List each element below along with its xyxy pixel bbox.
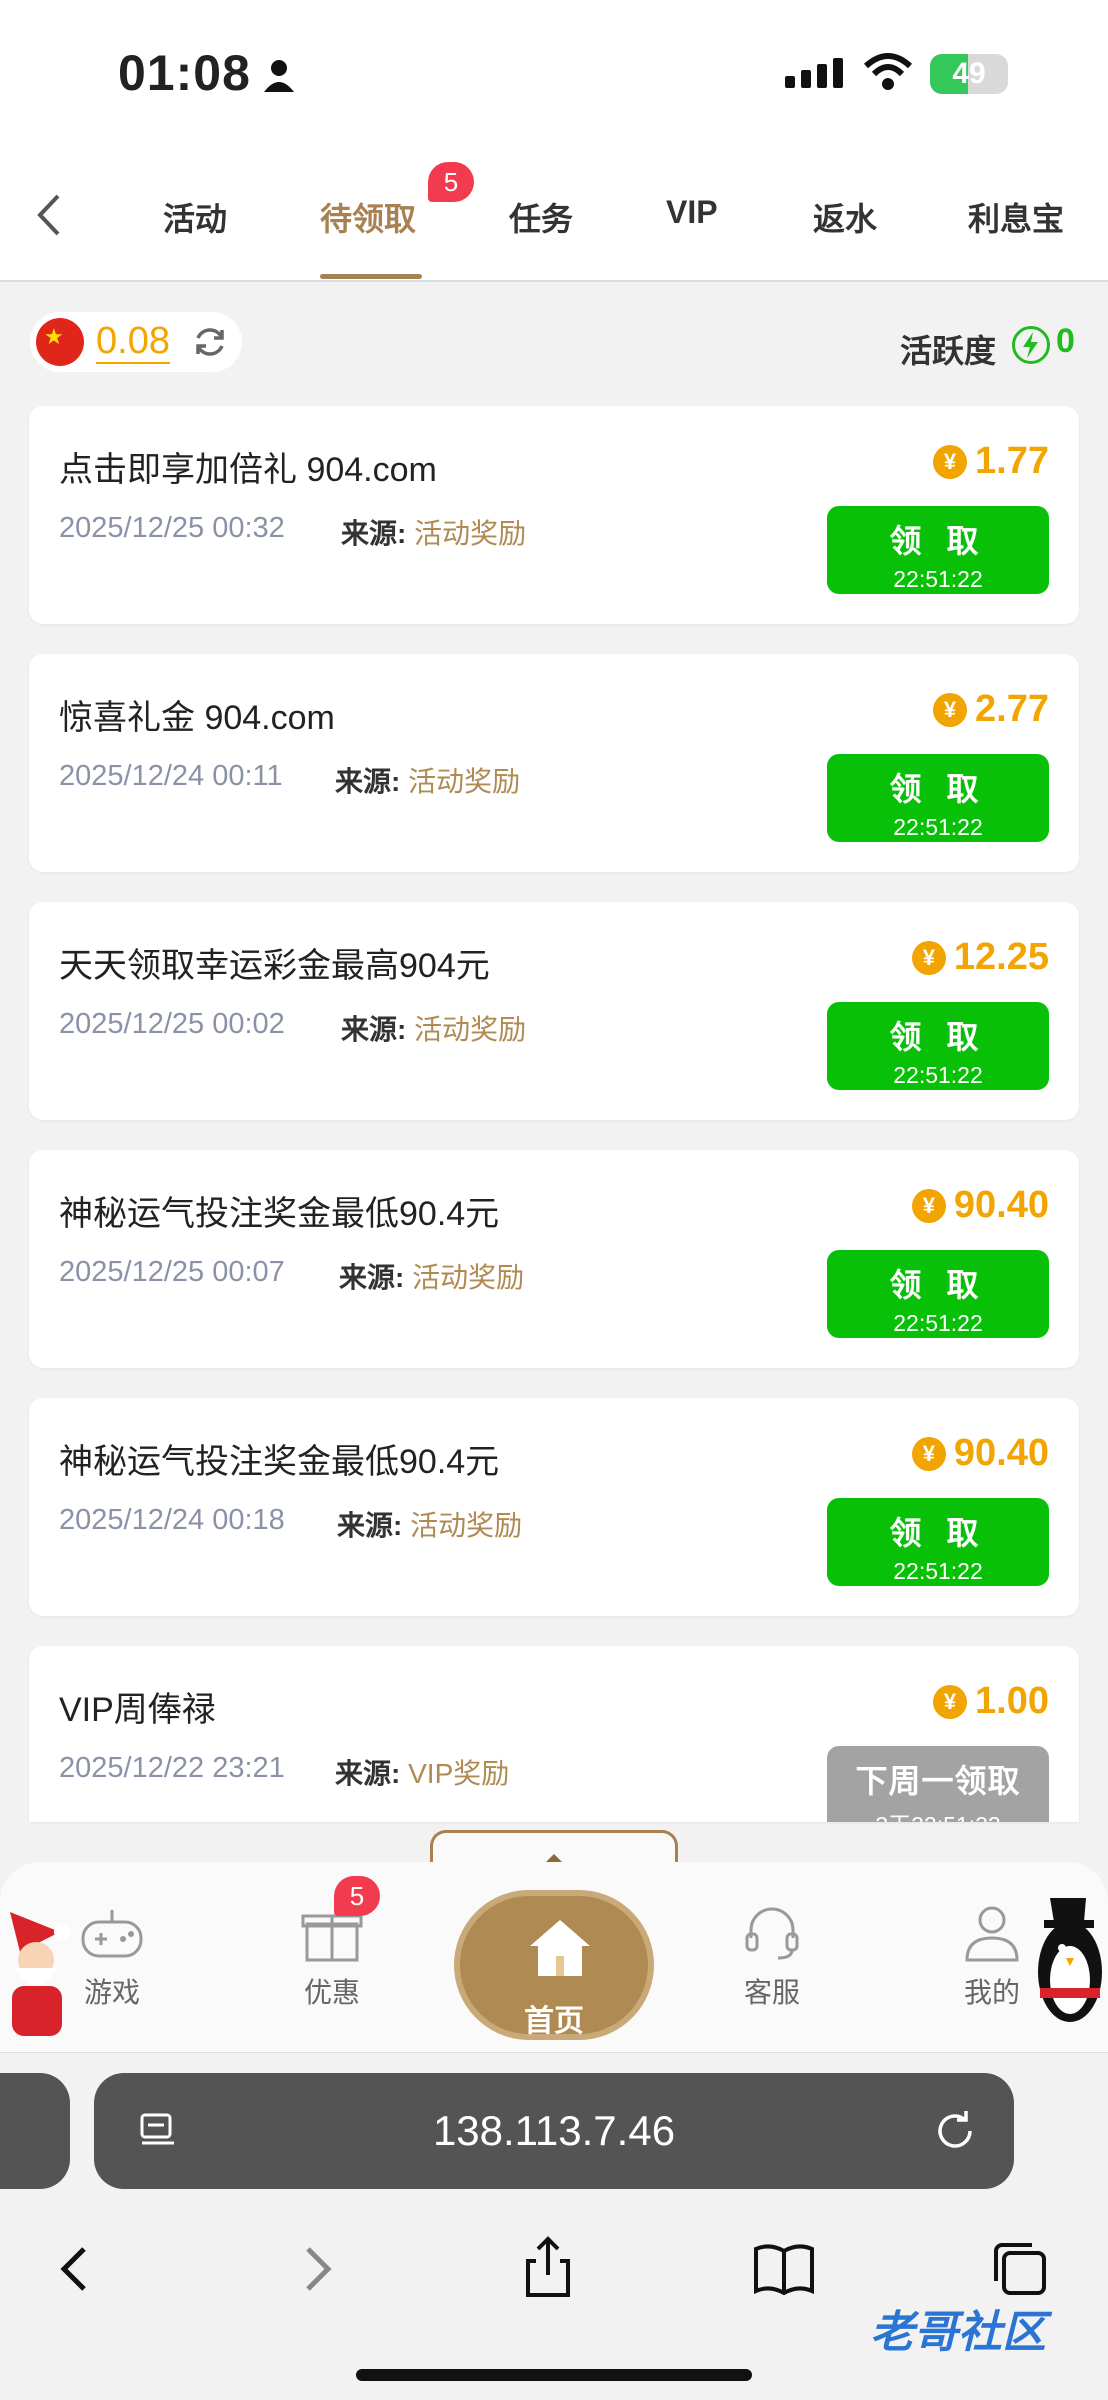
claim-button[interactable]: 领 取 22:51:22 (827, 1250, 1049, 1338)
reward-title: 惊喜礼金 904.com (59, 699, 335, 737)
claim-next-monday-button[interactable]: 下周一领取3天22:51:23 (827, 1746, 1049, 1822)
yen-coin-icon: ¥ (911, 1436, 946, 1471)
reload-icon[interactable] (932, 2107, 978, 2153)
tab-interest[interactable]: 利息宝 (968, 194, 1064, 240)
reward-amount: ¥2.77 (933, 688, 1049, 731)
yen-coin-icon: ¥ (933, 444, 968, 479)
promos-badge: 5 (334, 1876, 380, 1916)
home-icon (530, 1920, 590, 1976)
reward-date: 2025/12/25 00:07 (59, 1256, 285, 1288)
yen-coin-icon: ¥ (933, 1684, 968, 1719)
reward-date: 2025/12/25 00:02 (59, 1008, 285, 1040)
tab-rebate[interactable]: 返水 (813, 194, 877, 240)
reward-source: 来源: 活动奖励 (341, 1014, 527, 1045)
reward-title: VIP周俸禄 (59, 1691, 216, 1729)
reward-title: 点击即享加倍礼 904.com (59, 451, 437, 489)
battery-icon: 49 (930, 54, 1008, 94)
reward-source: 来源: VIP奖励 (335, 1758, 510, 1789)
tab-tasks[interactable]: 任务 (509, 194, 573, 240)
reward-source: 来源: 活动奖励 (337, 1510, 523, 1541)
wifi-icon (863, 53, 913, 90)
refresh-icon[interactable] (192, 324, 228, 360)
status-time: 01:08 (118, 45, 251, 101)
claim-button[interactable]: 领 取 22:51:22 (827, 1498, 1049, 1586)
previous-tab-preview[interactable] (0, 2073, 70, 2189)
reward-date: 2025/12/24 00:18 (59, 1504, 285, 1536)
bookmarks-icon[interactable] (748, 2233, 820, 2305)
reward-date: 2025/12/24 00:11 (59, 760, 283, 792)
nav-service[interactable]: 客服 (712, 1902, 832, 2011)
lightning-icon (1012, 326, 1050, 364)
nav-home[interactable]: 首页 (454, 1890, 654, 2040)
reward-source: 来源: 活动奖励 (335, 766, 521, 797)
balance-pill: ★ 0.08 (30, 312, 242, 372)
tabs-icon[interactable] (984, 2233, 1056, 2305)
watermark-logo: 老哥社区 (870, 2308, 1046, 2357)
reward-card: VIP周俸禄 2025/12/22 23:21 来源: VIP奖励 ¥1.00 … (29, 1646, 1079, 1822)
address-bar[interactable]: 138.113.7.46 (94, 2073, 1014, 2189)
headset-icon (745, 1907, 799, 1960)
reward-title: 神秘运气投注奖金最低90.4元 (59, 1195, 500, 1233)
tab-bar: 活动 待领取 5 任务 VIP 返水 利息宝 (0, 150, 1108, 282)
activity-value: 0 (1056, 322, 1075, 360)
claim-button[interactable]: 领 取 22:51:22 (827, 506, 1049, 594)
nav-games[interactable]: 游戏 (52, 1902, 172, 2011)
share-icon[interactable] (512, 2233, 584, 2305)
reward-card: 点击即享加倍礼 904.com 2025/12/25 00:32 来源: 活动奖… (29, 406, 1079, 624)
reward-amount: ¥12.25 (911, 936, 1049, 979)
yen-coin-icon: ¥ (911, 1188, 946, 1223)
yen-coin-icon: ¥ (911, 940, 946, 975)
tab-vip[interactable]: VIP (666, 194, 718, 231)
pending-count-badge: 5 (428, 162, 474, 202)
reward-title: 天天领取幸运彩金最高904元 (59, 947, 490, 985)
reward-amount: ¥90.40 (911, 1184, 1049, 1227)
reward-card: 天天领取幸运彩金最高904元 2025/12/25 00:02 来源: 活动奖励… (29, 902, 1079, 1120)
battery-level: 49 (952, 57, 986, 90)
back-chevron-icon[interactable] (30, 190, 70, 240)
cellular-signal-icon (785, 58, 843, 88)
user-icon (965, 1906, 1019, 1962)
person-icon (264, 60, 294, 92)
reward-amount: ¥1.00 (933, 1680, 1049, 1723)
nav-promos[interactable]: 优惠 (272, 1902, 392, 2011)
url-text: 138.113.7.46 (432, 2107, 676, 2154)
reward-date: 2025/12/25 00:32 (59, 512, 285, 544)
reward-card: 神秘运气投注奖金最低90.4元 2025/12/25 00:07 来源: 活动奖… (29, 1150, 1079, 1368)
gamepad-icon (81, 1910, 143, 1958)
reward-title: 神秘运气投注奖金最低90.4元 (59, 1443, 500, 1481)
reward-amount: ¥1.77 (933, 440, 1049, 483)
yen-coin-icon: ¥ (933, 692, 968, 727)
activity-label: 活跃度 (900, 333, 997, 369)
claim-button[interactable]: 领 取 22:51:22 (827, 1002, 1049, 1090)
claim-button[interactable]: 领 取 22:51:22 (827, 754, 1049, 842)
reward-card: 神秘运气投注奖金最低90.4元 2025/12/24 00:18 来源: 活动奖… (29, 1398, 1079, 1616)
reward-source: 来源: 活动奖励 (339, 1262, 525, 1293)
home-indicator (356, 2369, 752, 2381)
browser-back-icon[interactable] (40, 2233, 112, 2305)
reward-amount: ¥90.40 (911, 1432, 1049, 1475)
china-flag-icon: ★ (36, 318, 84, 366)
penguin-icon (1038, 1898, 1102, 2022)
reward-card: 惊喜礼金 904.com 2025/12/24 00:11 来源: 活动奖励 ¥… (29, 654, 1079, 872)
reward-date: 2025/12/22 23:21 (59, 1752, 285, 1784)
active-tab-indicator (320, 274, 422, 279)
tab-activities[interactable]: 活动 (163, 194, 227, 240)
tab-pending[interactable]: 待领取 (320, 194, 416, 240)
browser-forward-icon[interactable] (280, 2233, 352, 2305)
reward-source: 来源: 活动奖励 (341, 518, 527, 549)
balance-value: 0.08 (96, 320, 170, 364)
status-bar: 01:08 49 (0, 0, 1108, 150)
bottom-nav: 游戏 优惠 5 首页 客服 我的 (0, 1822, 1108, 2052)
